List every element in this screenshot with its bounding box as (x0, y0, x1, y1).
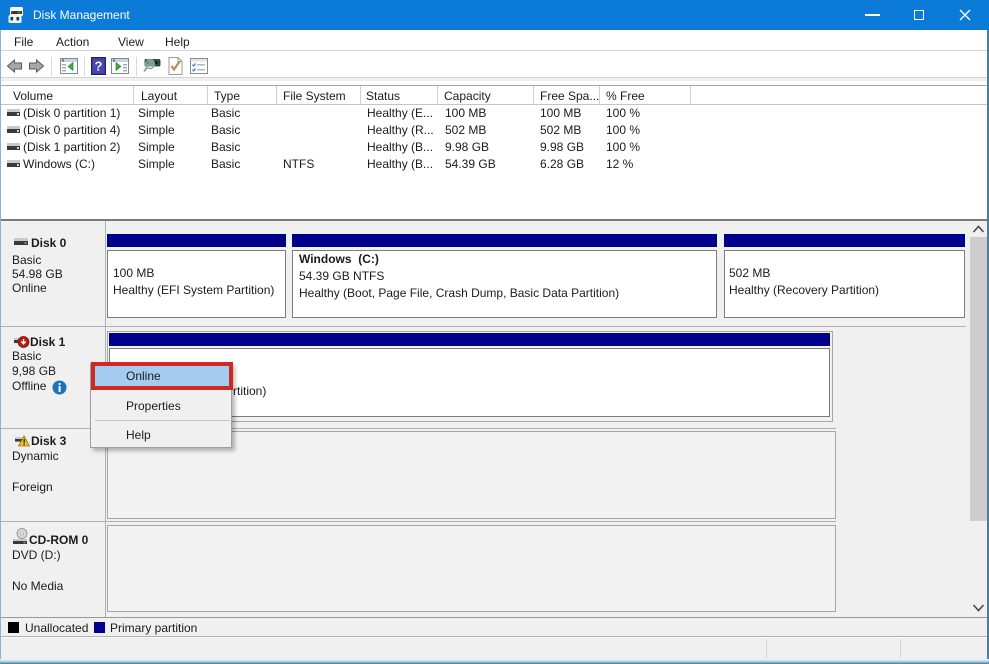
svg-text:?: ? (95, 59, 103, 74)
